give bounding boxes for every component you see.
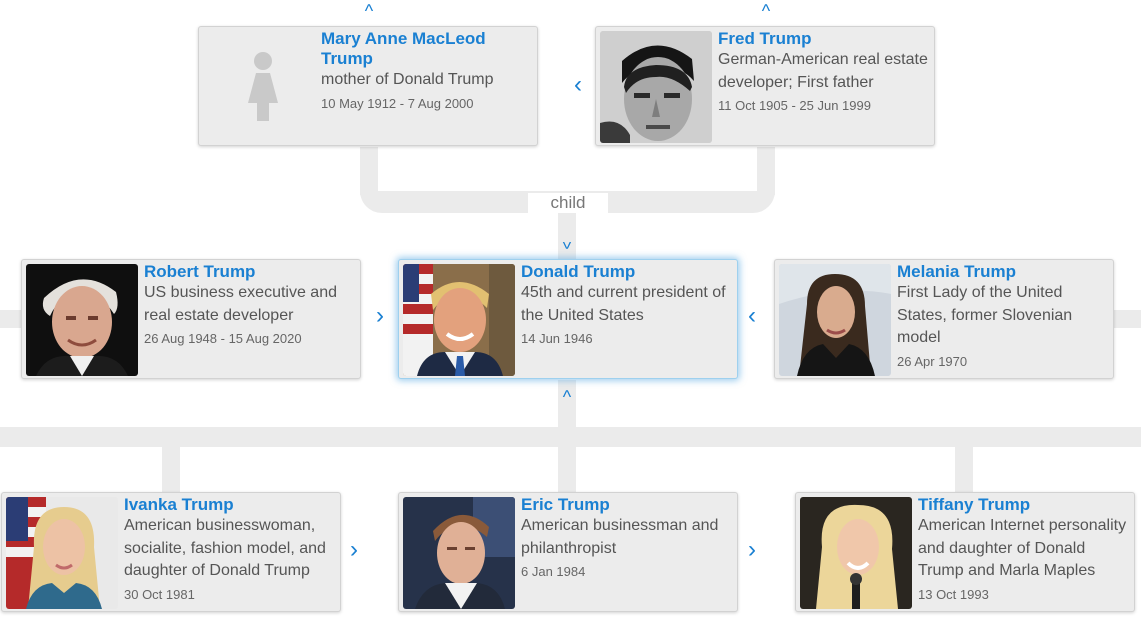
expand-up-chevron-icon[interactable]: ^	[557, 388, 577, 406]
person-name-link[interactable]: Tiffany Trump	[918, 495, 1128, 515]
person-card-ivanka[interactable]: Ivanka Trump American businesswoman, soc…	[1, 492, 341, 612]
expand-up-chevron-icon[interactable]: ^	[359, 2, 379, 20]
person-card-tiffany[interactable]: Tiffany Trump American Internet personal…	[795, 492, 1135, 612]
prev-spouse-chevron-icon[interactable]: ‹	[748, 304, 756, 328]
next-sibling-chevron-icon[interactable]: ›	[376, 304, 384, 328]
next-child-chevron-icon[interactable]: ›	[350, 538, 358, 562]
person-dates: 26 Aug 1948 - 15 Aug 2020	[144, 331, 302, 346]
person-description: 45th and current president of the United…	[521, 284, 726, 324]
portrait-photo	[403, 497, 515, 609]
person-description: US business executive and real estate de…	[144, 284, 337, 324]
person-description: American businesswoman, socialite, fashi…	[124, 517, 326, 579]
female-placeholder-icon	[203, 31, 315, 143]
person-description: First Lady of the United States, former …	[897, 284, 1073, 346]
sibling-row-connector-left	[0, 310, 22, 328]
person-dates: 13 Oct 1993	[918, 586, 989, 602]
person-card-mary-anne[interactable]: Mary Anne MacLeod Trump mother of Donald…	[198, 26, 538, 146]
parents-connector-left	[360, 147, 378, 195]
person-card-melania[interactable]: Melania Trump First Lady of the United S…	[774, 259, 1114, 379]
person-name-link[interactable]: Ivanka Trump	[124, 495, 334, 515]
collapse-down-chevron-icon[interactable]: ^	[557, 232, 577, 252]
person-name-link[interactable]: Donald Trump	[521, 262, 731, 282]
portrait-photo	[779, 264, 891, 376]
portrait-photo	[403, 264, 515, 376]
person-dates: 14 Jun 1946	[521, 331, 593, 346]
person-name-link[interactable]: Robert Trump	[144, 262, 354, 282]
parents-connector-right	[757, 147, 775, 195]
child-drop-center	[558, 445, 576, 493]
person-dates: 11 Oct 1905 - 25 Jun 1999	[718, 98, 871, 113]
prev-parent-chevron-icon[interactable]: ‹	[574, 73, 582, 97]
child-drop-left	[162, 445, 180, 493]
person-name-link[interactable]: Fred Trump	[718, 29, 928, 49]
portrait-photo	[6, 497, 118, 609]
children-connector-bar	[0, 427, 1141, 447]
next-child-chevron-icon[interactable]: ›	[748, 538, 756, 562]
person-card-eric[interactable]: Eric Trump American businessman and phil…	[398, 492, 738, 612]
person-card-fred[interactable]: Fred Trump German-American real estate d…	[595, 26, 935, 146]
person-dates: 30 Oct 1981	[124, 586, 195, 602]
person-description: German-American real estate developer; F…	[718, 51, 928, 91]
person-card-robert[interactable]: Robert Trump US business executive and r…	[21, 259, 361, 379]
person-name-link[interactable]: Mary Anne MacLeod Trump	[321, 29, 531, 69]
person-dates: 10 May 1912 - 7 Aug 2000	[321, 95, 474, 111]
person-dates: 26 Apr 1970	[897, 353, 968, 369]
portrait-photo	[800, 497, 912, 609]
relation-label: child	[528, 193, 608, 213]
person-description: American businessman and philanthropist	[521, 517, 719, 557]
person-dates: 6 Jan 1984	[521, 564, 586, 579]
expand-up-chevron-icon[interactable]: ^	[756, 2, 776, 20]
sibling-row-connector-right	[1114, 310, 1141, 328]
child-drop-right	[955, 445, 973, 493]
portrait-photo	[26, 264, 138, 376]
person-description: mother of Donald Trump	[321, 71, 494, 88]
person-name-link[interactable]: Eric Trump	[521, 495, 731, 515]
person-card-focus[interactable]: Donald Trump 45th and current president …	[398, 259, 738, 379]
person-name-link[interactable]: Melania Trump	[897, 262, 1107, 282]
person-description: American Internet personality and daught…	[918, 517, 1127, 579]
portrait-photo	[600, 31, 712, 143]
